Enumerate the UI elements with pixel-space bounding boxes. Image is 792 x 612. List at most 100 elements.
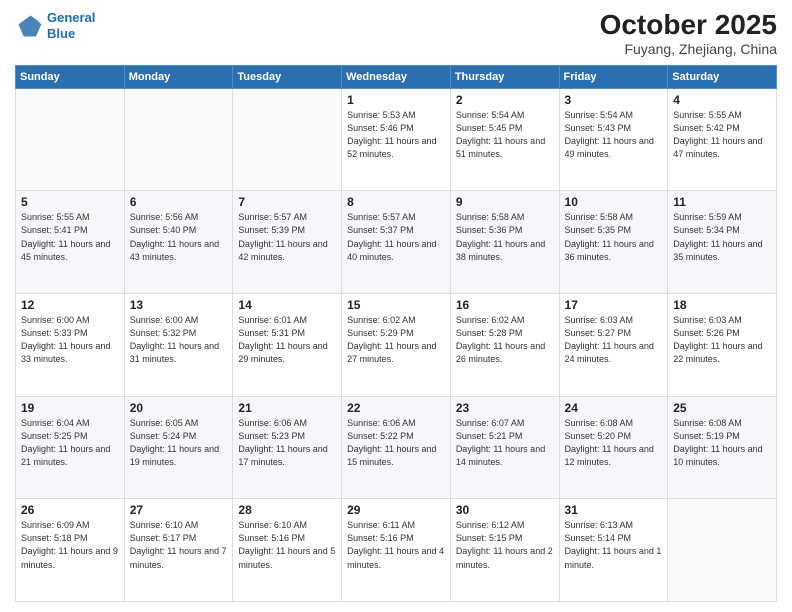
logo-text: General Blue (47, 10, 95, 41)
cell-5-1: 26 Sunrise: 6:09 AM Sunset: 5:18 PM Dayli… (16, 499, 125, 602)
calendar-title: October 2025 (600, 10, 777, 41)
logo-general: General (47, 10, 95, 25)
header-monday: Monday (124, 65, 233, 88)
day-info-7: Sunrise: 5:57 AM Sunset: 5:39 PM Dayligh… (238, 211, 336, 263)
day-num-9: 9 (456, 195, 554, 209)
cell-4-1: 19 Sunrise: 6:04 AM Sunset: 5:25 PM Dayli… (16, 396, 125, 499)
cell-5-5: 30 Sunrise: 6:12 AM Sunset: 5:15 PM Dayli… (450, 499, 559, 602)
day-num-12: 12 (21, 298, 119, 312)
day-info-29: Sunrise: 6:11 AM Sunset: 5:16 PM Dayligh… (347, 519, 445, 571)
cell-1-7: 4Sunrise: 5:55 AM Sunset: 5:42 PM Daylig… (668, 88, 777, 191)
calendar-subtitle: Fuyang, Zhejiang, China (600, 41, 777, 57)
header-sunday: Sunday (16, 65, 125, 88)
header-tuesday: Tuesday (233, 65, 342, 88)
day-num-18: 18 (673, 298, 771, 312)
cell-2-4: 8Sunrise: 5:57 AM Sunset: 5:37 PM Daylig… (342, 191, 451, 294)
cell-1-2 (124, 88, 233, 191)
day-num-23: 23 (456, 401, 554, 415)
day-info-2: Sunrise: 5:54 AM Sunset: 5:45 PM Dayligh… (456, 109, 554, 161)
page: General Blue October 2025 Fuyang, Zhejia… (0, 0, 792, 612)
day-info-9: Sunrise: 5:58 AM Sunset: 5:36 PM Dayligh… (456, 211, 554, 263)
day-num-3: 3 (565, 93, 663, 107)
day-info-19: Sunrise: 6:04 AM Sunset: 5:25 PM Dayligh… (21, 417, 119, 469)
cell-1-6: 3 Sunrise: 5:54 AM Sunset: 5:43 PM Daylig… (559, 88, 668, 191)
cell-3-1: 12 Sunrise: 6:00 AM Sunset: 5:33 PM Dayli… (16, 294, 125, 397)
cell-3-3: 14 Sunrise: 6:01 AM Sunset: 5:31 PM Dayli… (233, 294, 342, 397)
header: General Blue October 2025 Fuyang, Zhejia… (15, 10, 777, 57)
day-info-21: Sunrise: 6:06 AM Sunset: 5:23 PM Dayligh… (238, 417, 336, 469)
day-info-5: Sunrise: 5:55 AM Sunset: 5:41 PM Dayligh… (21, 211, 119, 263)
day-info-26: Sunrise: 6:09 AM Sunset: 5:18 PM Dayligh… (21, 519, 119, 571)
day-info-28: Sunrise: 6:10 AM Sunset: 5:16 PM Dayligh… (238, 519, 336, 571)
header-saturday: Saturday (668, 65, 777, 88)
day-num-26: 26 (21, 503, 119, 517)
day-num-27: 27 (130, 503, 228, 517)
day-info-13: Sunrise: 6:00 AM Sunset: 5:32 PM Dayligh… (130, 314, 228, 366)
day-info-22: Sunrise: 6:06 AM Sunset: 5:22 PM Dayligh… (347, 417, 445, 469)
cell-1-4: 1 Sunrise: 5:53 AM Sunset: 5:46 PM Daylig… (342, 88, 451, 191)
day-num-16: 16 (456, 298, 554, 312)
day-info-18: Sunrise: 6:03 AM Sunset: 5:26 PM Dayligh… (673, 314, 771, 366)
logo-blue: Blue (47, 26, 75, 41)
day-num-13: 13 (130, 298, 228, 312)
day-info-30: Sunrise: 6:12 AM Sunset: 5:15 PM Dayligh… (456, 519, 554, 571)
day-num-6: 6 (130, 195, 228, 209)
header-wednesday: Wednesday (342, 65, 451, 88)
cell-2-1: 5 Sunrise: 5:55 AM Sunset: 5:41 PM Daylig… (16, 191, 125, 294)
day-info-20: Sunrise: 6:05 AM Sunset: 5:24 PM Dayligh… (130, 417, 228, 469)
day-num-10: 10 (565, 195, 663, 209)
cell-5-6: 31Sunrise: 6:13 AM Sunset: 5:14 PM Dayli… (559, 499, 668, 602)
day-num-2: 2 (456, 93, 554, 107)
day-num-17: 17 (565, 298, 663, 312)
day-info-6: Sunrise: 5:56 AM Sunset: 5:40 PM Dayligh… (130, 211, 228, 263)
cell-5-2: 27Sunrise: 6:10 AM Sunset: 5:17 PM Dayli… (124, 499, 233, 602)
day-info-15: Sunrise: 6:02 AM Sunset: 5:29 PM Dayligh… (347, 314, 445, 366)
day-info-1: Sunrise: 5:53 AM Sunset: 5:46 PM Dayligh… (347, 109, 445, 161)
week-row-2: 5 Sunrise: 5:55 AM Sunset: 5:41 PM Daylig… (16, 191, 777, 294)
title-block: October 2025 Fuyang, Zhejiang, China (600, 10, 777, 57)
day-info-10: Sunrise: 5:58 AM Sunset: 5:35 PM Dayligh… (565, 211, 663, 263)
day-info-3: Sunrise: 5:54 AM Sunset: 5:43 PM Dayligh… (565, 109, 663, 161)
day-num-21: 21 (238, 401, 336, 415)
cell-4-7: 25 Sunrise: 6:08 AM Sunset: 5:19 PM Dayli… (668, 396, 777, 499)
day-info-4: Sunrise: 5:55 AM Sunset: 5:42 PM Dayligh… (673, 109, 771, 161)
cell-4-3: 21 Sunrise: 6:06 AM Sunset: 5:23 PM Dayli… (233, 396, 342, 499)
day-num-30: 30 (456, 503, 554, 517)
day-num-19: 19 (21, 401, 119, 415)
cell-2-6: 10 Sunrise: 5:58 AM Sunset: 5:35 PM Dayli… (559, 191, 668, 294)
day-info-24: Sunrise: 6:08 AM Sunset: 5:20 PM Dayligh… (565, 417, 663, 469)
cell-3-6: 17 Sunrise: 6:03 AM Sunset: 5:27 PM Dayli… (559, 294, 668, 397)
day-info-17: Sunrise: 6:03 AM Sunset: 5:27 PM Dayligh… (565, 314, 663, 366)
day-info-25: Sunrise: 6:08 AM Sunset: 5:19 PM Dayligh… (673, 417, 771, 469)
day-num-15: 15 (347, 298, 445, 312)
day-num-24: 24 (565, 401, 663, 415)
cell-3-5: 16 Sunrise: 6:02 AM Sunset: 5:28 PM Dayli… (450, 294, 559, 397)
logo: General Blue (15, 10, 95, 41)
cell-4-2: 20 Sunrise: 6:05 AM Sunset: 5:24 PM Dayli… (124, 396, 233, 499)
day-num-14: 14 (238, 298, 336, 312)
day-info-31: Sunrise: 6:13 AM Sunset: 5:14 PM Dayligh… (565, 519, 663, 571)
header-thursday: Thursday (450, 65, 559, 88)
cell-5-3: 28Sunrise: 6:10 AM Sunset: 5:16 PM Dayli… (233, 499, 342, 602)
day-num-29: 29 (347, 503, 445, 517)
day-num-7: 7 (238, 195, 336, 209)
calendar-table: Sunday Monday Tuesday Wednesday Thursday… (15, 65, 777, 602)
day-num-5: 5 (21, 195, 119, 209)
logo-icon (15, 12, 43, 40)
week-row-1: 1 Sunrise: 5:53 AM Sunset: 5:46 PM Daylig… (16, 88, 777, 191)
cell-2-3: 7 Sunrise: 5:57 AM Sunset: 5:39 PM Daylig… (233, 191, 342, 294)
week-row-5: 26 Sunrise: 6:09 AM Sunset: 5:18 PM Dayli… (16, 499, 777, 602)
cell-5-7 (668, 499, 777, 602)
day-info-14: Sunrise: 6:01 AM Sunset: 5:31 PM Dayligh… (238, 314, 336, 366)
day-info-16: Sunrise: 6:02 AM Sunset: 5:28 PM Dayligh… (456, 314, 554, 366)
day-info-12: Sunrise: 6:00 AM Sunset: 5:33 PM Dayligh… (21, 314, 119, 366)
cell-3-4: 15 Sunrise: 6:02 AM Sunset: 5:29 PM Dayli… (342, 294, 451, 397)
cell-3-2: 13 Sunrise: 6:00 AM Sunset: 5:32 PM Dayli… (124, 294, 233, 397)
cell-4-5: 23Sunrise: 6:07 AM Sunset: 5:21 PM Dayli… (450, 396, 559, 499)
cell-4-6: 24 Sunrise: 6:08 AM Sunset: 5:20 PM Dayli… (559, 396, 668, 499)
day-num-1: 1 (347, 93, 445, 107)
day-num-25: 25 (673, 401, 771, 415)
cell-2-5: 9 Sunrise: 5:58 AM Sunset: 5:36 PM Daylig… (450, 191, 559, 294)
day-num-20: 20 (130, 401, 228, 415)
cell-5-4: 29 Sunrise: 6:11 AM Sunset: 5:16 PM Dayli… (342, 499, 451, 602)
